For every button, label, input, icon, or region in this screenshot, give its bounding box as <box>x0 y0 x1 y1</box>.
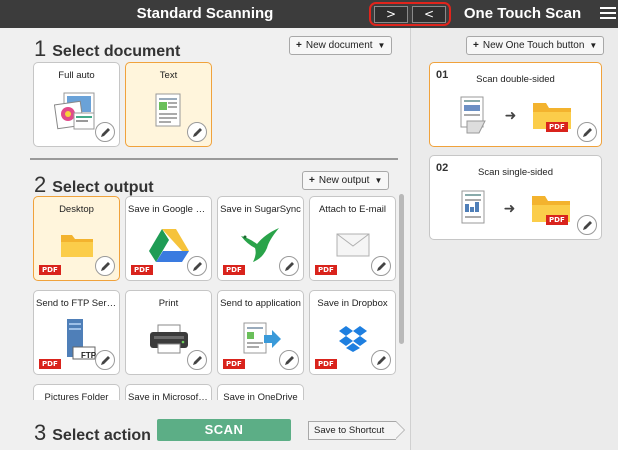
output-card-ftp-server[interactable]: Send to FTP Server FTP PDF <box>33 290 120 375</box>
one-touch-card-01[interactable]: 01 Scan double-sided ➜ PDF <box>429 62 602 147</box>
arrow-right-icon: ➜ <box>504 106 517 123</box>
output-card-google-drive[interactable]: Save in Google Dri... PDF <box>125 196 212 281</box>
output-card-sugarsync[interactable]: Save in SugarSync PDF <box>217 196 304 281</box>
section-divider <box>30 158 398 160</box>
edit-pencil-icon[interactable] <box>577 122 597 142</box>
edit-pencil-icon[interactable] <box>95 256 115 276</box>
new-document-button[interactable]: + New document ▼ <box>289 36 393 55</box>
edit-pencil-icon[interactable] <box>187 122 207 142</box>
edit-pencil-icon[interactable] <box>371 256 391 276</box>
standard-scanning-title: Standard Scanning <box>136 5 274 22</box>
edit-pencil-icon[interactable] <box>187 350 207 370</box>
output-card-email[interactable]: Attach to E-mail PDF <box>309 196 396 281</box>
next-panel-button[interactable]: > <box>374 5 408 23</box>
output-card-dropbox[interactable]: Save in Dropbox PDF <box>309 290 396 375</box>
double-sided-document-icon <box>460 96 486 134</box>
previous-panel-button[interactable]: < <box>412 5 446 23</box>
edit-pencil-icon[interactable] <box>279 256 299 276</box>
new-one-touch-button[interactable]: + New One Touch button ▼ <box>466 36 605 55</box>
output-card-print[interactable]: Print <box>125 290 212 375</box>
hamburger-menu-icon[interactable] <box>598 4 618 24</box>
new-output-button[interactable]: + New output ▼ <box>302 171 390 190</box>
one-touch-card-02[interactable]: 02 Scan single-sided ➜ PDF <box>429 155 602 240</box>
panel-switch-group: > < <box>369 2 451 26</box>
edit-pencil-icon[interactable] <box>187 256 207 276</box>
output-row-clip: Pictures Folder Save in Microsoft S... S… <box>0 384 400 400</box>
one-touch-scan-title: One Touch Scan <box>463 5 582 22</box>
step1-heading: 1 Select document <box>34 36 181 61</box>
output-card-microsoft-sharepoint[interactable]: Save in Microsoft S... <box>125 384 212 400</box>
edit-pencil-icon[interactable] <box>577 215 597 235</box>
output-scrollbar[interactable] <box>399 194 404 344</box>
document-card-text[interactable]: Text <box>125 62 212 147</box>
output-card-onedrive[interactable]: Save in OneDrive <box>217 384 304 400</box>
output-card-desktop[interactable]: Desktop PDF <box>33 196 120 281</box>
edit-pencil-icon[interactable] <box>279 350 299 370</box>
output-card-pictures-folder[interactable]: Pictures Folder <box>33 384 120 400</box>
step3-heading: 3 Select action <box>34 420 151 445</box>
ftp-label: FTP <box>81 351 97 360</box>
edit-pencil-icon[interactable] <box>95 350 115 370</box>
edit-pencil-icon[interactable] <box>95 122 115 142</box>
document-card-full-auto[interactable]: Full auto <box>33 62 120 147</box>
arrow-right-icon: ➜ <box>503 199 516 216</box>
scan-button[interactable]: SCAN <box>157 419 291 441</box>
output-card-send-to-application[interactable]: Send to application PDF <box>217 290 304 375</box>
title-bar: Standard Scanning > < One Touch Scan <box>0 0 618 28</box>
save-to-shortcut-button[interactable]: Save to Shortcut <box>308 421 405 440</box>
single-sided-document-icon <box>461 190 485 224</box>
step2-heading: 2 Select output <box>34 172 154 197</box>
edit-pencil-icon[interactable] <box>371 350 391 370</box>
